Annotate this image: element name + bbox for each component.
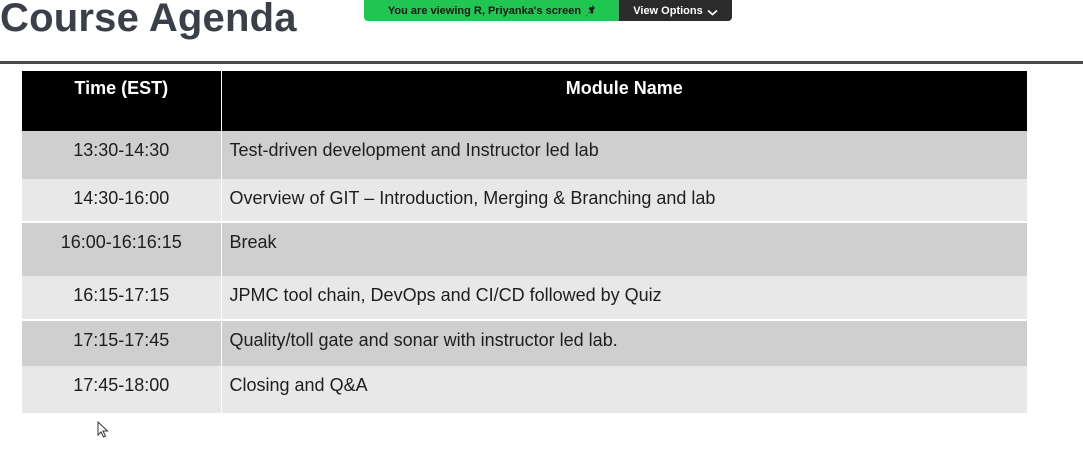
- pin-icon[interactable]: [586, 4, 596, 17]
- row-module: Closing and Q&A: [221, 366, 1027, 413]
- table-row: 16:15-17:15 JPMC tool chain, DevOps and …: [22, 276, 1027, 320]
- row-time: 16:15-17:15: [22, 276, 222, 320]
- row-time: 17:45-18:00: [22, 366, 222, 413]
- mouse-cursor-icon: [97, 420, 109, 438]
- row-module: Break: [221, 221, 1027, 276]
- table-row: 17:45-18:00 Closing and Q&A: [22, 366, 1027, 413]
- row-time: 17:15-17:45: [22, 319, 222, 366]
- chevron-down-icon: [707, 7, 718, 16]
- row-module: Quality/toll gate and sonar with instruc…: [221, 319, 1027, 366]
- table-row: 14:30-16:00 Overview of GIT – Introducti…: [22, 179, 1027, 222]
- shared-screen-view: Course Agenda You are viewing R, Priyank…: [0, 0, 1083, 465]
- view-options-button[interactable]: View Options: [619, 0, 732, 21]
- page-title: Course Agenda: [0, 0, 297, 40]
- table-row: 16:00-16:16:15 Break: [22, 221, 1027, 276]
- row-module: Overview of GIT – Introduction, Merging …: [221, 179, 1027, 222]
- table-row: 17:15-17:45 Quality/toll gate and sonar …: [22, 319, 1027, 366]
- row-time: 16:00-16:16:15: [22, 221, 222, 276]
- share-status-text: You are viewing R, Priyanka's screen: [387, 4, 582, 17]
- table-row: 13:30-14:30 Test-driven development and …: [22, 131, 1027, 179]
- share-status-bar: You are viewing R, Priyanka's screen: [364, 0, 619, 21]
- view-options-label: View Options: [633, 4, 703, 17]
- screen-share-banner: You are viewing R, Priyanka's screen Vie…: [364, 0, 732, 21]
- agenda-header-row: Time (EST) Module Name: [22, 71, 1027, 131]
- header-time: Time (EST): [22, 71, 222, 131]
- agenda-table: Time (EST) Module Name 13:30-14:30 Test-…: [22, 71, 1027, 413]
- title-divider: [0, 61, 1083, 64]
- row-module: Test-driven development and Instructor l…: [221, 131, 1027, 179]
- header-module: Module Name: [221, 71, 1027, 131]
- row-time: 14:30-16:00: [22, 179, 222, 222]
- row-module: JPMC tool chain, DevOps and CI/CD follow…: [221, 276, 1027, 320]
- row-time: 13:30-14:30: [22, 131, 222, 179]
